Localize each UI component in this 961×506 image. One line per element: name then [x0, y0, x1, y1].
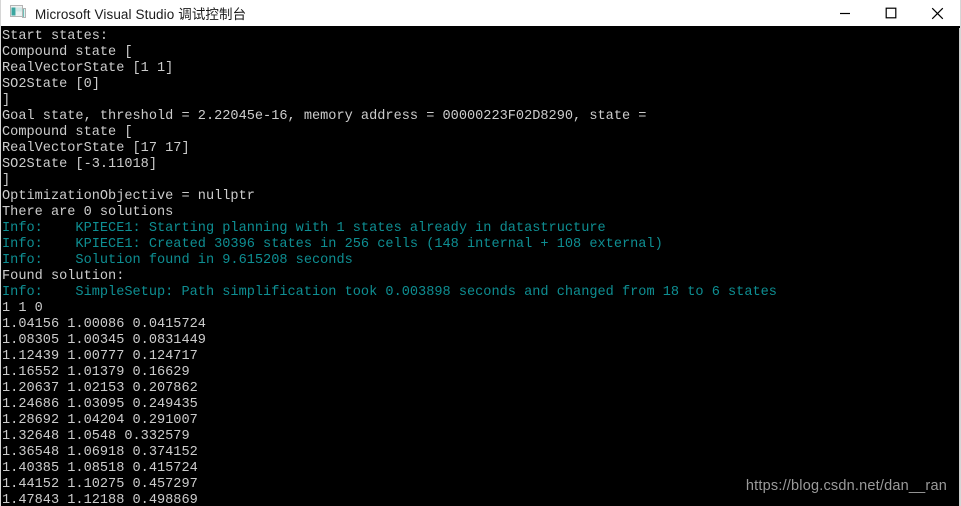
console-line: 1.47843 1.12188 0.498869 [2, 493, 198, 506]
console-line: 1.20637 1.02153 0.207862 [2, 381, 198, 396]
console-window: Microsoft Visual Studio 调试控制台 Start stat… [0, 0, 961, 506]
console-line: 1.40385 1.08518 0.415724 [2, 461, 198, 476]
console-output-area[interactable]: Start states: Compound state [RealVectorS… [1, 28, 960, 506]
console-line: Info: KPIECE1: Created 30396 states in 2… [2, 237, 663, 252]
console-line: Compound state [ [2, 125, 133, 140]
console-line: Goal state, threshold = 2.22045e-16, mem… [2, 109, 647, 124]
console-line: RealVectorState [1 1] [2, 61, 174, 76]
console-line: 1.04156 1.00086 0.0415724 [2, 317, 206, 332]
console-line: 1.28692 1.04204 0.291007 [2, 413, 198, 428]
console-line: ] [2, 173, 11, 188]
console-line: 1 1 0 [2, 301, 43, 316]
console-line: 1.12439 1.00777 0.124717 [2, 349, 198, 364]
console-line: ] [2, 93, 11, 108]
console-line: There are 0 solutions [2, 205, 174, 220]
console-text: Start states: Compound state [RealVectorS… [1, 29, 777, 506]
console-line: Compound state [ [2, 45, 133, 60]
console-line: Found solution: [2, 269, 125, 284]
close-button[interactable] [914, 0, 960, 26]
console-line: RealVectorState [17 17] [2, 141, 190, 156]
console-line: SO2State [0] [2, 77, 100, 92]
console-line: 1.32648 1.0548 0.332579 [2, 429, 190, 444]
minimize-button[interactable] [822, 0, 868, 26]
maximize-icon [885, 7, 897, 19]
console-line: 1.44152 1.10275 0.457297 [2, 477, 198, 492]
close-icon [931, 7, 943, 19]
console-line: SO2State [-3.11018] [2, 157, 157, 172]
console-line: 1.36548 1.06918 0.374152 [2, 445, 198, 460]
console-line: Info: KPIECE1: Starting planning with 1 … [2, 221, 606, 236]
console-line: Info: Solution found in 9.615208 seconds [2, 253, 353, 268]
title-bar[interactable]: Microsoft Visual Studio 调试控制台 [1, 0, 960, 28]
console-line: Info: SimpleSetup: Path simplification t… [2, 285, 777, 300]
console-line: 1.24686 1.03095 0.249435 [2, 397, 198, 412]
watermark: https://blog.csdn.net/dan__ran [745, 478, 947, 494]
window-title: Microsoft Visual Studio 调试控制台 [35, 7, 247, 22]
console-line: Start states: [2, 29, 109, 44]
maximize-button[interactable] [868, 0, 914, 26]
console-app-icon [10, 5, 26, 18]
console-line: OptimizationObjective = nullptr [2, 189, 255, 204]
console-line: 1.16552 1.01379 0.16629 [2, 365, 190, 380]
console-line: 1.08305 1.00345 0.0831449 [2, 333, 206, 348]
minimize-icon [840, 12, 850, 15]
